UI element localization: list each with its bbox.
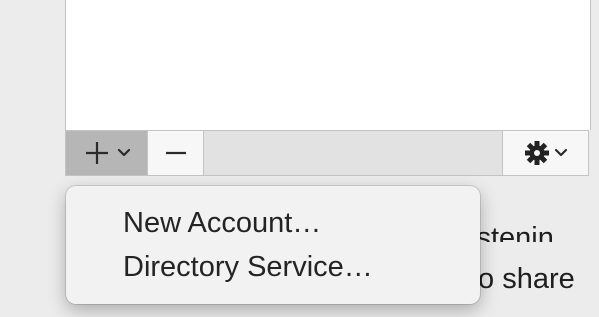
gear-icon <box>524 140 550 166</box>
add-dropdown-menu: New Account… Directory Service… <box>66 186 480 304</box>
list-bottom-toolbar <box>65 130 589 176</box>
add-button[interactable] <box>66 131 148 175</box>
accounts-list-pane[interactable] <box>65 0 591 130</box>
background-text-line-2: to share <box>470 263 575 295</box>
remove-button[interactable] <box>148 131 204 175</box>
menu-item-new-account[interactable]: New Account… <box>66 201 480 245</box>
action-button[interactable] <box>502 131 588 175</box>
minus-icon <box>163 139 189 167</box>
chevron-down-icon <box>554 148 568 158</box>
chevron-down-icon <box>117 148 131 158</box>
plus-icon <box>83 139 111 167</box>
menu-item-directory-service[interactable]: Directory Service… <box>66 245 480 289</box>
background-text-line-1: istenin <box>470 222 554 242</box>
